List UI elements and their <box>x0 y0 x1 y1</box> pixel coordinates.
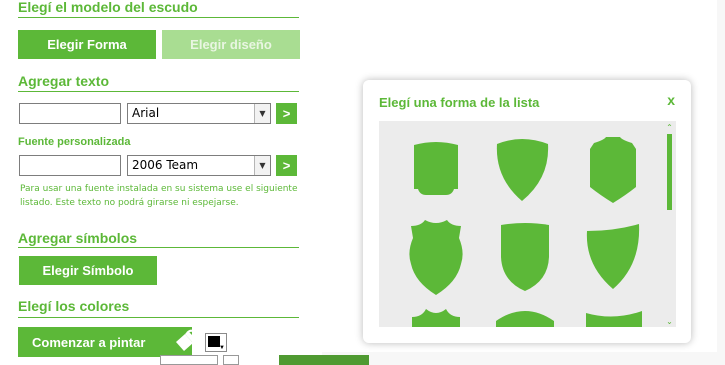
font-help-text: Para usar una fuente instalada en su sis… <box>20 184 298 208</box>
divider <box>18 247 299 248</box>
shield-shape-9[interactable] <box>586 307 642 327</box>
shape-list-scrollbar[interactable]: ⌃ ⌄ <box>663 121 676 327</box>
scroll-down-icon[interactable]: ⌄ <box>663 315 676 327</box>
start-painting-label: Comenzar a pintar <box>32 334 146 350</box>
font-select[interactable]: Arial ▼ <box>127 103 271 124</box>
divider <box>18 317 299 318</box>
shape-section-title: Elegí el modelo del escudo <box>18 0 198 15</box>
dropdown-arrow-icon[interactable]: ▼ <box>254 156 270 175</box>
cropped-control <box>223 355 239 365</box>
divider <box>18 91 299 92</box>
shield-shape-4[interactable] <box>405 218 467 296</box>
text-section-title: Agregar texto <box>18 73 110 89</box>
color-swatch[interactable]: ▼ <box>205 333 227 352</box>
custom-font-label: Fuente personalizada <box>18 136 131 148</box>
apply-custom-font-button[interactable]: > <box>276 155 297 176</box>
shield-shape-5[interactable] <box>498 221 552 291</box>
custom-font-select[interactable]: 2006 Team ▼ <box>127 155 271 176</box>
symbol-section-title: Agregar símbolos <box>18 230 138 246</box>
dialog-title: Elegí una forma de la lista <box>379 95 540 110</box>
paint-bucket-icon <box>176 329 198 354</box>
shield-shape-3[interactable] <box>586 137 640 203</box>
choose-symbol-button[interactable]: Elegir Símbolo <box>19 256 157 285</box>
apply-text-button[interactable]: > <box>276 103 297 124</box>
divider <box>18 17 299 18</box>
choose-shape-button[interactable]: Elegir Forma <box>18 30 156 59</box>
cropped-button <box>279 355 369 365</box>
scrollbar-thumb[interactable] <box>667 134 672 210</box>
shield-shape-8[interactable] <box>496 307 554 327</box>
start-painting-button[interactable]: Comenzar a pintar <box>18 327 198 357</box>
shape-picker-dialog: Elegí una forma de la lista x ⌃ ⌄ <box>363 80 691 343</box>
choose-design-button[interactable]: Elegir diseño <box>162 30 300 59</box>
dropdown-arrow-icon[interactable]: ▼ <box>254 104 270 123</box>
text-input[interactable] <box>19 103 121 124</box>
scroll-up-icon[interactable]: ⌃ <box>663 121 676 133</box>
custom-font-text-input[interactable] <box>19 155 121 176</box>
swatch-dropdown-icon: ▼ <box>219 345 225 351</box>
shape-list: ⌃ ⌄ <box>379 121 676 327</box>
shield-shape-7[interactable] <box>412 303 460 327</box>
colors-section-title: Elegí los colores <box>18 298 130 314</box>
shield-shape-6[interactable] <box>584 221 642 289</box>
close-icon[interactable]: x <box>667 92 675 108</box>
shield-designer: Elegí el modelo del escudo Elegir Forma … <box>0 0 725 365</box>
font-select-value: Arial <box>132 106 160 120</box>
cropped-input <box>160 355 218 365</box>
shield-shape-2[interactable] <box>494 138 551 202</box>
custom-font-select-value: 2006 Team <box>132 158 199 172</box>
left-panel: Elegí el modelo del escudo Elegir Forma … <box>0 0 322 365</box>
shield-shape-1[interactable] <box>412 140 460 197</box>
